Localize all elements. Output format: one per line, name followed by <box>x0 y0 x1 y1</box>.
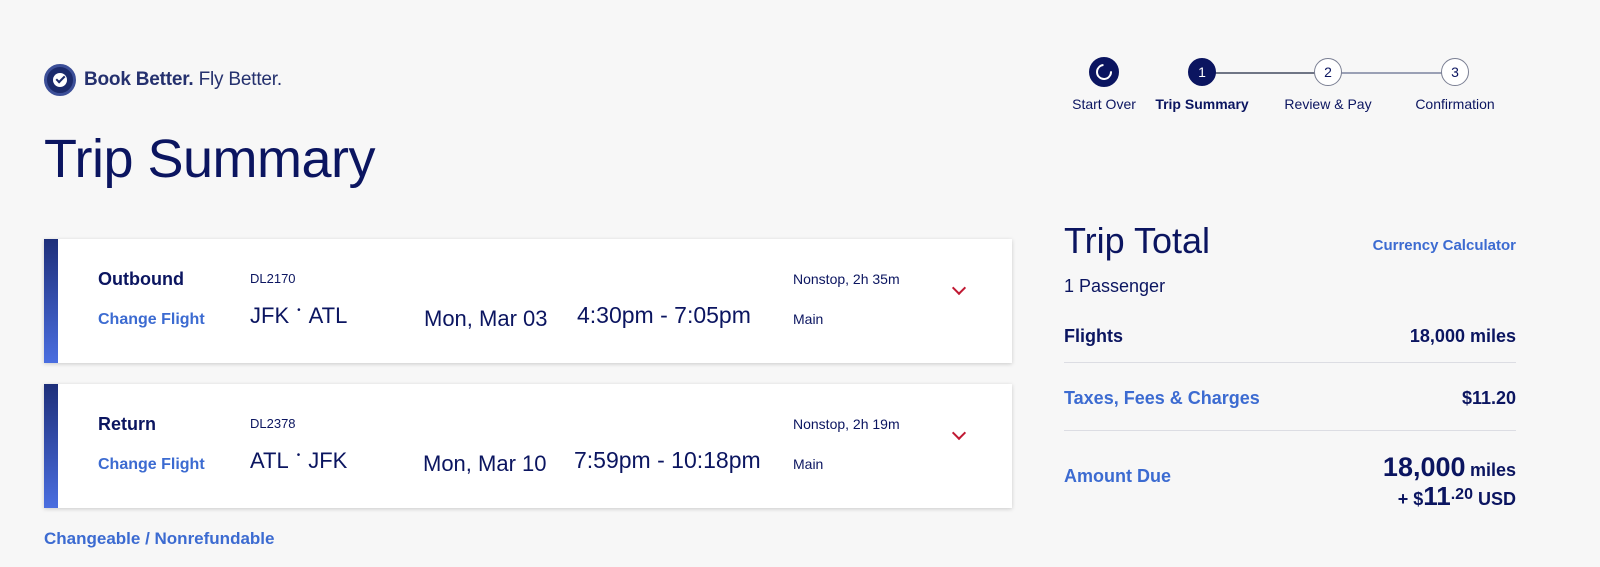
start-over-icon[interactable] <box>1089 57 1119 87</box>
brand-logo[interactable]: Book Better. Fly Better. <box>44 64 282 96</box>
flight-cabin: Main <box>793 456 824 472</box>
fare-policy-link[interactable]: Changeable / Nonrefundable <box>44 529 274 549</box>
amount-miles: 18,000 <box>1382 452 1466 482</box>
flight-number: DL2170 <box>250 271 296 286</box>
chevron-down-icon[interactable] <box>951 280 967 296</box>
flight-number: DL2378 <box>250 416 296 431</box>
origin-code: JFK <box>250 303 290 328</box>
origin-code: ATL <box>250 448 289 473</box>
destination-code: JFK <box>308 448 348 473</box>
flight-stops: Nonstop, 2h 35m <box>793 271 900 287</box>
amount-plus: + $ <box>1397 489 1424 509</box>
amount-dollars: 11 <box>1423 481 1451 511</box>
change-flight-link[interactable]: Change Flight <box>98 311 205 329</box>
flight-route: ATL • JFK <box>250 448 347 474</box>
flight-direction: Outbound <box>98 269 184 289</box>
step-1-node: 1 <box>1188 58 1216 86</box>
flight-route: JFK • ATL <box>250 303 347 329</box>
flight-times: 4:30pm - 7:05pm <box>577 302 751 328</box>
step-1-label: Trip Summary <box>1155 96 1249 112</box>
start-over-label[interactable]: Start Over <box>1072 96 1136 112</box>
booking-stepper: Start Over 1 Trip Summary 2 Review & Pay… <box>1060 57 1540 118</box>
amount-miles-unit: miles <box>1469 460 1516 480</box>
step-3-label: Confirmation <box>1415 96 1495 112</box>
destination-code: ATL <box>308 303 348 328</box>
divider <box>1064 430 1516 431</box>
flight-card-outbound: Outbound Change Flight DL2170 JFK • ATL … <box>44 239 1012 363</box>
amount-due-row: Amount Due 18,000 miles + $11.20 USD <box>1064 452 1516 512</box>
amount-due-label[interactable]: Amount Due <box>1064 466 1171 487</box>
taxes-row: Taxes, Fees & Charges $11.20 <box>1064 388 1516 409</box>
amount-cents: .20 <box>1450 486 1473 503</box>
trip-total-title: Trip Total <box>1064 220 1211 261</box>
flights-label: Flights <box>1064 326 1123 346</box>
delta-check-icon <box>44 64 76 96</box>
flights-row: Flights 18,000 miles <box>1064 326 1516 347</box>
step-2-node: 2 <box>1314 58 1342 86</box>
step-3-node: 3 <box>1441 58 1469 86</box>
flight-cabin: Main <box>793 311 824 327</box>
divider <box>1064 362 1516 363</box>
passenger-count: 1 Passenger <box>1064 276 1166 296</box>
route-separator-icon: • <box>296 449 301 461</box>
amount-due-value: 18,000 miles + $11.20 USD <box>1383 452 1516 512</box>
flights-value: 18,000 miles <box>1409 326 1516 346</box>
chevron-down-icon[interactable] <box>951 425 967 441</box>
flight-times: 7:59pm - 10:18pm <box>574 447 761 473</box>
page-title: Trip Summary <box>44 129 376 189</box>
amount-currency: USD <box>1477 489 1516 509</box>
flight-stops: Nonstop, 2h 19m <box>793 416 900 432</box>
taxes-fees-link[interactable]: Taxes, Fees & Charges <box>1064 388 1260 409</box>
route-separator-icon: • <box>297 304 301 316</box>
step-2-label: Review & Pay <box>1284 96 1372 112</box>
change-flight-link[interactable]: Change Flight <box>98 456 205 474</box>
flight-date: Mon, Mar 03 <box>424 306 548 331</box>
brand-tagline: Book Better. Fly Better. <box>84 69 282 90</box>
taxes-value: $11.20 <box>1461 388 1516 408</box>
flight-date: Mon, Mar 10 <box>423 451 547 476</box>
flight-card-return: Return Change Flight DL2378 ATL • JFK Mo… <box>44 384 1012 508</box>
currency-calculator-link[interactable]: Currency Calculator <box>1373 237 1516 254</box>
flight-direction: Return <box>98 414 156 434</box>
